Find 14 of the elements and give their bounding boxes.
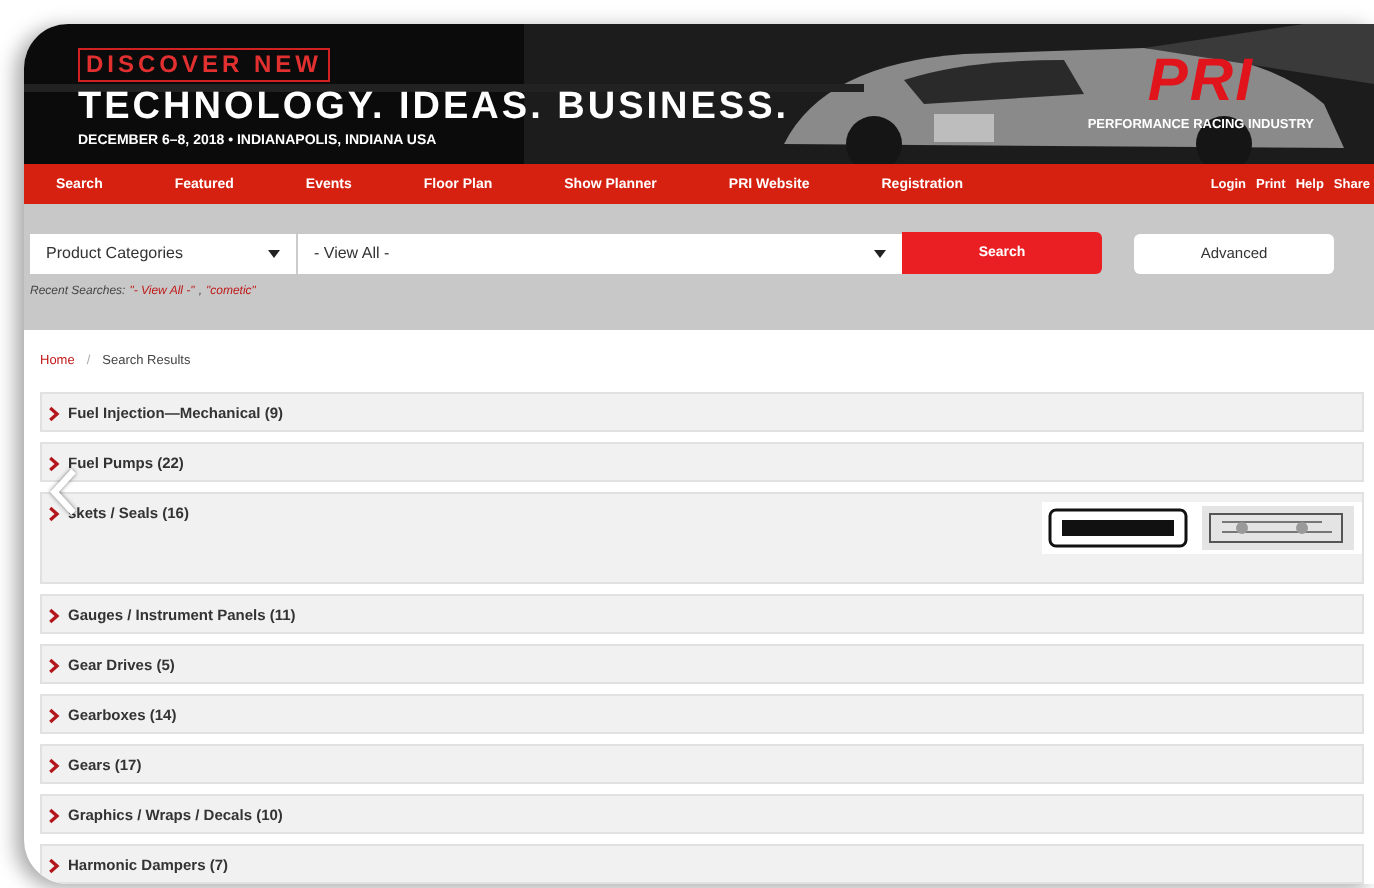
chevron-right-icon [48,757,60,773]
scope-dropdown[interactable]: - View All - [298,233,902,273]
chevron-right-icon [48,657,60,673]
chevron-right-icon [48,857,60,873]
headline: TECHNOLOGY. IDEAS. BUSINESS. [78,86,790,130]
category-dropdown[interactable]: Product Categories [30,233,298,273]
logo: PRI [1147,52,1254,112]
chevron-right-icon [48,505,60,521]
chevron-right-icon [48,455,60,471]
chevron-right-icon [48,607,60,623]
chevron-right-icon [48,807,60,823]
tagline-badge: DISCOVER NEW [78,48,331,82]
chevron-right-icon [48,707,60,723]
chevron-right-icon [48,405,60,421]
